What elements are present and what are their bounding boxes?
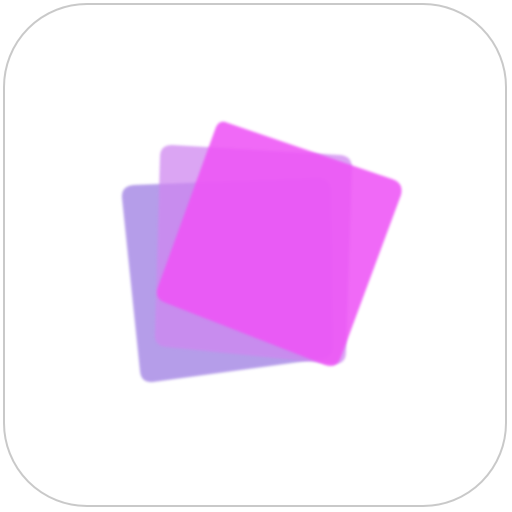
layered-cards-icon xyxy=(121,121,402,383)
